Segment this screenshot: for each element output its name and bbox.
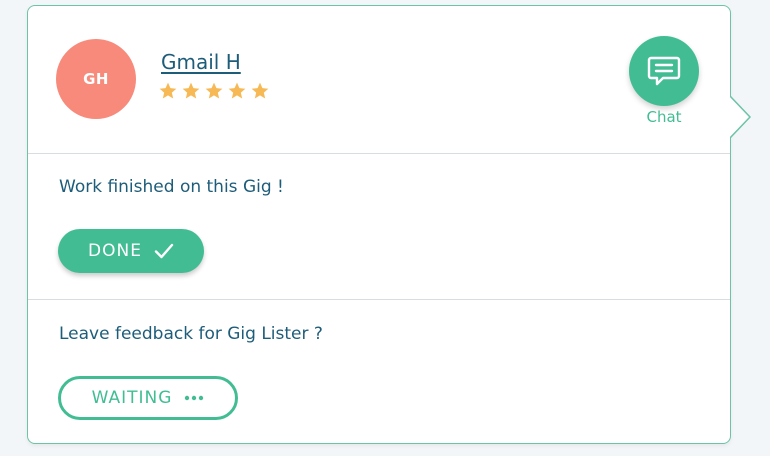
- waiting-button-label: WAITING: [91, 388, 173, 408]
- star-icon: [251, 82, 269, 99]
- feedback-text: Leave feedback for Gig Lister ?: [59, 324, 323, 344]
- star-icon: [182, 82, 200, 99]
- avatar-initials: GH: [83, 70, 109, 88]
- avatar: GH: [56, 39, 136, 119]
- star-icon: [159, 82, 177, 99]
- work-status-text: Work finished on this Gig !: [59, 177, 284, 197]
- ellipsis-icon: [185, 395, 204, 401]
- chat-label: Chat: [646, 108, 682, 126]
- feedback-section: Leave feedback for Gig Lister ? WAITING: [28, 300, 730, 443]
- star-rating: [158, 81, 270, 101]
- gig-status-card: GH Gmail H Chat Work finished on this Gi…: [27, 5, 731, 444]
- waiting-button[interactable]: WAITING: [58, 376, 238, 420]
- star-icon: [228, 82, 246, 99]
- star-icon: [205, 82, 223, 99]
- user-name-link[interactable]: Gmail H: [161, 50, 241, 74]
- user-header: GH Gmail H Chat: [28, 6, 730, 154]
- work-status-section: Work finished on this Gig ! DONE: [28, 153, 730, 300]
- checkmark-icon: [154, 243, 174, 259]
- chat-bubble-icon: [647, 56, 681, 86]
- done-button-label: DONE: [88, 241, 142, 261]
- chat-button[interactable]: [629, 36, 699, 106]
- done-button[interactable]: DONE: [58, 229, 204, 273]
